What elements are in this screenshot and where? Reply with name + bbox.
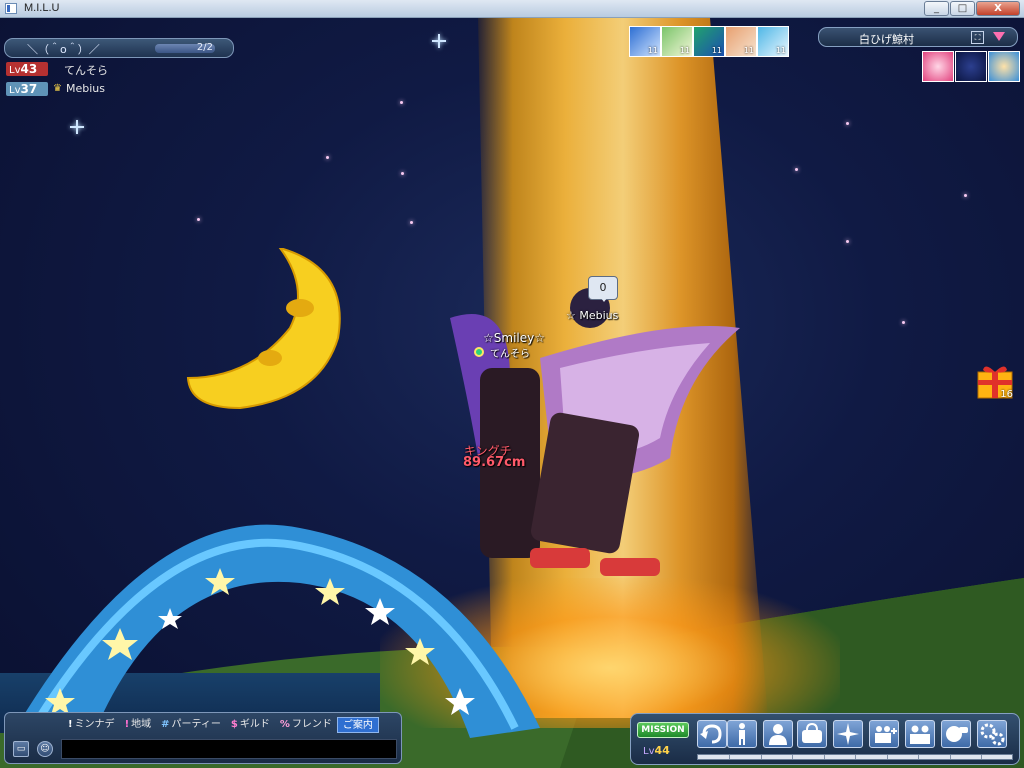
player-nameplate: てんそら xyxy=(490,349,530,360)
expand-map-icon[interactable]: ⛶ xyxy=(971,31,984,44)
speech-bubble: 0 xyxy=(588,276,618,302)
chat-bubble-icon xyxy=(946,726,968,742)
maximize-button[interactable]: □ xyxy=(950,1,975,16)
star xyxy=(846,122,849,125)
partner-name: Mebius xyxy=(579,309,619,322)
walk-icon xyxy=(739,723,745,745)
chat-tab-all[interactable]: ! ミンナデ xyxy=(63,717,120,733)
member-name: Mebius xyxy=(66,82,105,95)
star xyxy=(401,172,404,175)
window-title: M.I.L.U xyxy=(24,2,60,14)
partner-nameplate: ☆ Mebius xyxy=(566,309,619,322)
friends-button[interactable] xyxy=(905,720,935,748)
experience-bar xyxy=(697,754,1013,760)
chat-tab-guide[interactable]: ご案内 xyxy=(336,717,379,733)
leader-crown-icon: ♛ xyxy=(53,83,62,94)
player-level: Lv44 xyxy=(643,744,670,757)
member-level-badge: Lv37 xyxy=(6,82,48,96)
title-bar: M.I.L.U _ □ X xyxy=(0,0,1024,18)
gift-box-icon[interactable]: 16 xyxy=(975,360,1015,400)
chat-tab-friend[interactable]: % フレンド xyxy=(275,717,337,733)
settings-icon xyxy=(980,723,1005,746)
sparkle-buff-icon[interactable]: 11 xyxy=(757,26,789,57)
walk-button[interactable] xyxy=(727,720,757,748)
chat-tabs: ! ミンナデ ! 地域 # パーティー $ ギルド % フレンド ご案内 xyxy=(63,717,379,733)
face-buff-icon[interactable]: 11 xyxy=(725,26,757,57)
skill-button[interactable] xyxy=(833,720,863,748)
sparkle-star xyxy=(70,120,84,134)
friends-icon xyxy=(910,725,930,744)
star xyxy=(197,218,200,221)
return-icon xyxy=(700,724,722,744)
star xyxy=(410,221,413,224)
star xyxy=(326,156,329,159)
chat-tab-area[interactable]: ! 地域 xyxy=(120,717,157,733)
minimize-button[interactable]: _ xyxy=(924,1,949,16)
settings-button[interactable] xyxy=(977,720,1007,748)
heart-event-icon[interactable] xyxy=(922,51,954,82)
main-menu-panel: MISSION Lv44 xyxy=(630,713,1020,765)
dropdown-arrow-icon[interactable] xyxy=(993,32,1005,41)
star xyxy=(902,321,905,324)
chat-window-icon[interactable]: ▭ xyxy=(13,741,29,757)
mission-button[interactable]: MISSION xyxy=(637,722,689,738)
star xyxy=(846,240,849,243)
party-panel-header[interactable]: ＼（＾o＾）／ 2/2 xyxy=(4,38,234,58)
skill-icon xyxy=(837,723,859,745)
party-add-button[interactable] xyxy=(869,720,899,748)
buff-bar: 11 11 11 11 11 xyxy=(629,26,789,57)
member-name: てんそら xyxy=(64,64,108,77)
location-name: 白ひげ鯨村 xyxy=(859,33,914,46)
member-level-badge: Lv43 xyxy=(6,62,48,76)
gift-count: 16 xyxy=(1000,389,1013,400)
party-count: 2/2 xyxy=(196,42,213,53)
bag-icon xyxy=(802,722,822,743)
wave-buff-icon[interactable]: 11 xyxy=(693,26,725,57)
star xyxy=(964,194,967,197)
game-scene[interactable]: ☆Smiley☆ てんそら 0 ☆ Mebius キングチ 89.67cm xyxy=(0,18,1024,768)
party-bead-icon xyxy=(474,347,484,357)
mascot-event-icon[interactable] xyxy=(988,51,1020,82)
chat-input[interactable] xyxy=(61,739,397,759)
emote-face-icon[interactable]: ☺ xyxy=(37,741,53,757)
crescent-moon xyxy=(186,248,341,410)
event-icons xyxy=(922,51,1021,82)
game-window: M.I.L.U _ □ X ☆Smiley☆ てんそら 0 ☆ Mebius キ… xyxy=(0,0,1024,768)
character-icon xyxy=(769,724,787,745)
chat-bubble-button[interactable] xyxy=(941,720,971,748)
catch-length: 89.67cm xyxy=(463,455,526,470)
app-icon xyxy=(5,3,17,14)
player-title-nameplate: ☆Smiley☆ xyxy=(483,331,545,345)
close-button[interactable]: X xyxy=(976,1,1020,16)
chat-tab-guild[interactable]: $ ギルド xyxy=(226,717,275,733)
moon-event-icon[interactable] xyxy=(955,51,987,82)
location-bar[interactable]: 白ひげ鯨村 ⛶ xyxy=(818,27,1018,47)
party-emote: ＼（＾o＾）／ xyxy=(27,43,100,56)
character-button[interactable] xyxy=(763,720,793,748)
eye-buff-icon[interactable]: 11 xyxy=(629,26,661,57)
return-button[interactable] xyxy=(697,720,727,748)
party-add-icon xyxy=(875,726,897,743)
chat-tab-party[interactable]: # パーティー xyxy=(156,717,226,733)
star xyxy=(400,101,403,104)
sparkle-star xyxy=(432,34,446,48)
leaf-buff-icon[interactable]: 11 xyxy=(661,26,693,57)
chat-panel: ! ミンナデ ! 地域 # パーティー $ ギルド % フレンド ご案内 ▭ ☺ xyxy=(4,712,402,764)
bag-button[interactable] xyxy=(797,720,827,748)
star xyxy=(795,168,798,171)
